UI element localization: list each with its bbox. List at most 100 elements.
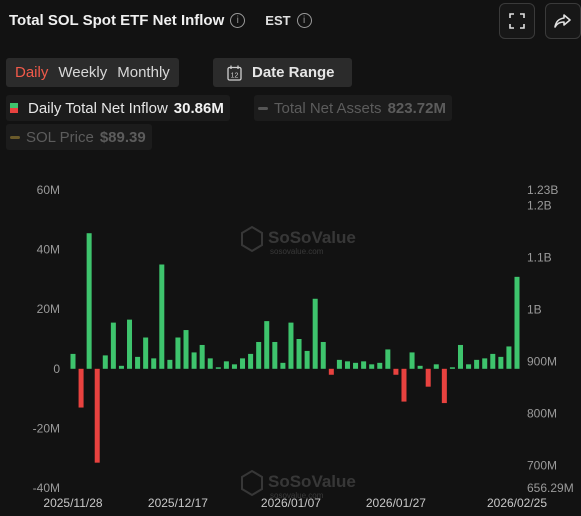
bar (506, 346, 512, 369)
bar (369, 364, 375, 369)
y-left-tick-label: 40M (37, 243, 60, 257)
calendar-icon-text: 12 (231, 72, 239, 79)
watermark-1: SoSoValuesosovalue.com (241, 225, 356, 256)
sosovalue-logo-icon (241, 225, 263, 253)
bar (377, 362, 383, 369)
bar (175, 337, 181, 369)
y-left-tick-label: 20M (37, 302, 60, 316)
y-right-tick-label: 700M (527, 458, 557, 472)
timezone-label: EST (265, 13, 291, 28)
info-icon[interactable]: i (230, 13, 246, 28)
legend-value: 823.72M (387, 99, 446, 117)
bar (409, 352, 415, 369)
watermark-text: SoSoValue (268, 472, 356, 491)
tab-daily[interactable]: Daily (10, 58, 53, 87)
bar (417, 365, 423, 369)
bar (78, 368, 84, 408)
bar (304, 350, 310, 369)
x-tick-label: 2026/02/25 (487, 496, 547, 510)
tab-monthly[interactable]: Monthly (112, 58, 175, 87)
y-right-tick-label: 1B (527, 302, 542, 316)
bar (240, 358, 246, 369)
bar (151, 358, 157, 369)
y-left-tick-label: -20M (33, 421, 60, 435)
sosovalue-logo-icon (241, 469, 263, 497)
legend-total-net-assets[interactable]: Total Net Assets 823.72M (254, 95, 452, 121)
legend-label: Total Net Assets (274, 99, 382, 117)
legend-daily-net-inflow[interactable]: Daily Total Net Inflow 30.86M (6, 95, 230, 121)
bar (110, 322, 116, 369)
y-right-tick-label: 1.1B (527, 251, 552, 265)
watermark-subtext: sosovalue.com (270, 247, 324, 256)
y-right-tick-label: 1.2B (527, 199, 552, 213)
bar (86, 233, 92, 369)
x-tick-label: 2026/01/07 (261, 496, 321, 510)
bar (336, 359, 342, 369)
y-left-tick-label: -40M (33, 481, 60, 495)
x-tick-label: 2026/01/27 (366, 496, 426, 510)
legend-swatch-inflow (10, 103, 18, 113)
bar (449, 367, 455, 369)
bar (183, 330, 189, 369)
y-left-tick-label: 60M (37, 183, 60, 197)
bar (94, 368, 100, 463)
timezone-info-icon[interactable]: i (296, 13, 312, 28)
bar (320, 341, 326, 369)
bar (191, 352, 197, 369)
bar (393, 368, 399, 375)
bar (264, 321, 270, 369)
date-range-button[interactable]: 12 Date Range (213, 58, 352, 87)
period-tabs: Daily Weekly Monthly (6, 58, 179, 87)
bar (361, 361, 367, 369)
page-title: Total SOL Spot ETF Net Inflow (9, 12, 225, 29)
legend-swatch-assets (258, 106, 268, 110)
bar (127, 319, 133, 369)
tab-weekly[interactable]: Weekly (53, 58, 112, 87)
bar (482, 358, 488, 369)
bar (433, 364, 439, 369)
net-inflow-chart: SoSoValuesosovalue.comSoSoValuesosovalue… (33, 183, 574, 510)
bar (490, 353, 496, 369)
bar (312, 298, 318, 369)
bar (223, 361, 229, 369)
x-tick-label: 2025/12/17 (148, 496, 208, 510)
chart-header: Total SOL Spot ETF Net Inflow i EST i (9, 12, 312, 29)
legend-value: $89.39 (99, 128, 146, 146)
fullscreen-icon (509, 13, 525, 29)
bar (135, 356, 141, 369)
share-icon (554, 14, 571, 28)
bar (167, 359, 173, 369)
bar (70, 353, 76, 369)
bar (385, 349, 391, 369)
y-right-tick-label: 656.29M (527, 481, 574, 495)
legend-label: Daily Total Net Inflow (28, 99, 168, 117)
bar (272, 341, 278, 369)
y-right-tick-label: 1.23B (527, 183, 558, 197)
bar (328, 368, 334, 375)
date-range-label: Date Range (252, 64, 335, 81)
bar (102, 355, 108, 369)
legend-value: 30.86M (173, 99, 224, 117)
bar (425, 368, 431, 387)
bar (231, 364, 237, 369)
legend-swatch-price (10, 135, 20, 139)
calendar-icon: 12 (227, 65, 242, 81)
bar (401, 368, 407, 402)
legend-label: SOL Price (26, 128, 94, 146)
bar (199, 344, 205, 369)
y-right-tick-label: 900M (527, 354, 557, 368)
bar (474, 359, 480, 369)
bar (159, 264, 165, 369)
bar (280, 362, 286, 369)
bar (118, 365, 124, 369)
bar (215, 367, 221, 369)
share-button[interactable] (545, 3, 581, 39)
bar (498, 356, 504, 369)
watermark-text: SoSoValue (268, 228, 356, 247)
fullscreen-button[interactable] (499, 3, 535, 39)
bar (288, 322, 294, 369)
bar (353, 362, 359, 369)
bar (143, 337, 149, 369)
legend-sol-price[interactable]: SOL Price $89.39 (6, 124, 152, 150)
bar (248, 353, 254, 369)
